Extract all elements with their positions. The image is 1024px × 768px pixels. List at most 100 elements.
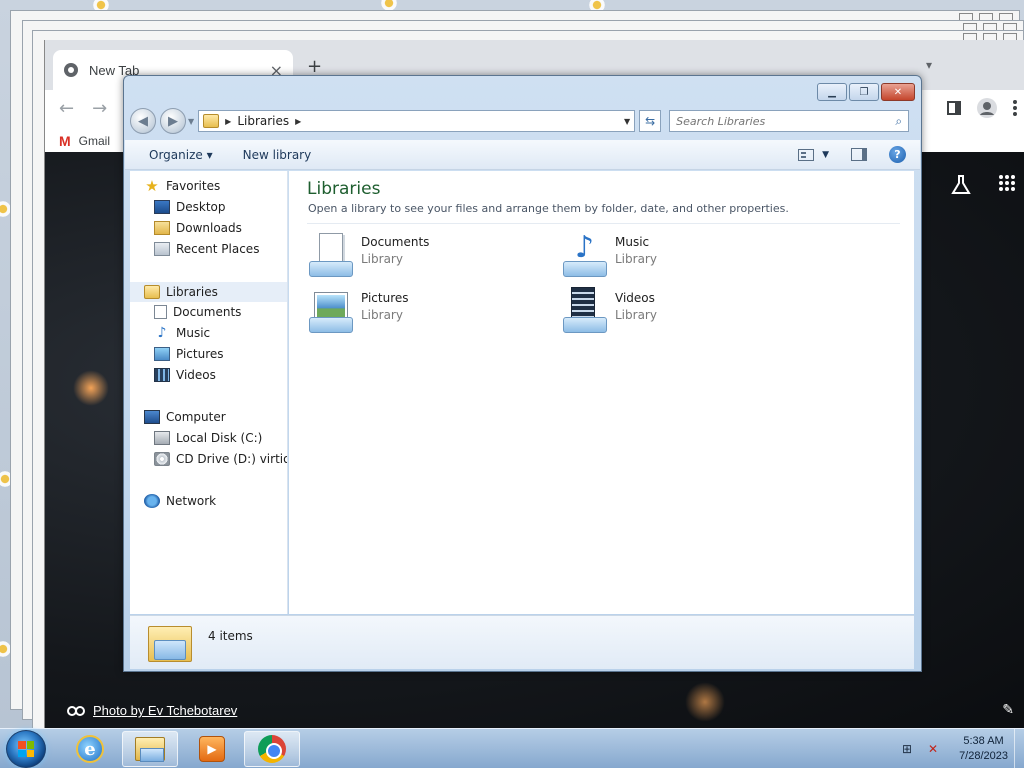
divider [307, 223, 900, 224]
star-icon: ★ [145, 177, 159, 195]
nav-label: Videos [176, 368, 216, 382]
address-bar[interactable]: ▶ Libraries ▶ ▼ [198, 110, 636, 132]
maximize-button[interactable]: ❐ [849, 83, 879, 101]
organize-button[interactable]: Organize ▾ [149, 148, 213, 162]
libraries-folder-icon [148, 622, 192, 664]
forward-arrow-icon: ▶ [168, 113, 178, 129]
disk-icon [154, 431, 170, 445]
more-icon[interactable] [1012, 99, 1018, 117]
nav-label: Recent Places [176, 242, 260, 256]
computer-icon [144, 410, 160, 424]
taskbar-internet-explorer[interactable]: e [62, 731, 118, 767]
address-row: ◀ ▶ ▼ ▶ Libraries ▶ ▼ ⇆ ⌕ [130, 108, 913, 134]
new-library-button[interactable]: New library [243, 148, 312, 162]
nav-computer[interactable]: Computer [144, 410, 226, 424]
search-box[interactable]: ⌕ [669, 110, 910, 132]
search-input[interactable] [676, 114, 877, 128]
refresh-icon: ⇆ [645, 114, 656, 128]
videos-icon [154, 368, 170, 382]
start-button[interactable] [6, 730, 46, 768]
nav-label: Documents [173, 305, 242, 319]
breadcrumb-libraries[interactable]: Libraries [237, 114, 289, 128]
library-type: Library [361, 252, 403, 266]
nav-recent-places[interactable]: Recent Places [154, 242, 259, 256]
nav-documents[interactable]: Documents [154, 305, 241, 319]
windows-logo-icon [18, 741, 34, 757]
refresh-button[interactable]: ⇆ [639, 110, 662, 132]
nav-label: Libraries [166, 285, 218, 299]
forward-button[interactable]: ▶ [160, 108, 186, 134]
nav-pictures[interactable]: Pictures [154, 347, 224, 361]
organize-label: Organize [149, 147, 203, 162]
nav-network[interactable]: Network [144, 494, 216, 508]
explorer-window[interactable]: ▁ ❐ ✕ ◀ ▶ ▼ ▶ Libraries ▶ ▼ ⇆ ⌕ Organize… [123, 75, 922, 672]
forward-button[interactable]: → [92, 98, 107, 119]
new-tab-button[interactable]: + [307, 56, 322, 77]
minimize-button[interactable]: ▁ [817, 83, 847, 101]
labs-icon[interactable] [950, 174, 972, 196]
restore-icon: ❐ [859, 86, 869, 98]
library-videos[interactable]: Videos Library [561, 287, 781, 337]
nav-libraries[interactable]: Libraries [130, 282, 287, 302]
videos-library-icon [561, 287, 609, 335]
apps-grid-icon[interactable] [998, 174, 1016, 192]
clock-time: 5:38 AM [963, 735, 1004, 747]
recent-pages-dropdown-icon[interactable]: ▼ [188, 117, 194, 126]
nav-cd-drive[interactable]: CD Drive (D:) virtio-win [154, 452, 287, 466]
back-arrow-icon: ◀ [138, 113, 148, 129]
network-status-icon[interactable]: ⊞ [899, 742, 915, 756]
show-desktop-button[interactable] [1014, 729, 1024, 768]
close-button[interactable]: ✕ [881, 83, 915, 101]
breadcrumb-arrow-icon[interactable]: ▶ [295, 117, 301, 126]
nav-favorites[interactable]: ★ Favorites [144, 177, 220, 195]
taskbar-windows-explorer[interactable] [122, 731, 178, 767]
side-panel-icon[interactable] [946, 100, 962, 116]
clock[interactable]: 5:38 AM 7/28/2023 [959, 734, 1008, 764]
page-title: Libraries [307, 179, 381, 199]
nav-label: Network [166, 494, 217, 508]
documents-library-icon [307, 231, 355, 279]
library-music[interactable]: ♪ Music Library [561, 231, 781, 281]
profile-icon[interactable] [976, 97, 998, 119]
chevron-down-icon: ▼ [822, 149, 829, 160]
taskbar-media-player[interactable]: ▶ [184, 731, 240, 767]
internet-explorer-icon: e [76, 735, 104, 763]
details-pane: 4 items [130, 615, 914, 669]
photo-credit-link[interactable]: Photo by Ev Tchebotarev [93, 703, 237, 718]
bookmark-gmail[interactable]: Gmail [79, 134, 110, 148]
libraries-icon [203, 114, 220, 128]
library-type: Library [615, 252, 657, 266]
music-library-icon: ♪ [561, 231, 609, 279]
recent-places-icon [154, 242, 170, 256]
system-tray: ⊞ ✕ 5:38 AM 7/28/2023 [899, 729, 1024, 768]
library-name: Documents [361, 235, 430, 249]
search-icon[interactable]: ⌕ [895, 114, 902, 129]
breadcrumb-arrow-icon[interactable]: ▶ [225, 117, 231, 126]
change-view-button[interactable]: ▼ [798, 148, 829, 161]
address-dropdown-icon[interactable]: ▼ [624, 117, 630, 126]
nav-label: Computer [166, 410, 226, 424]
preview-pane-icon[interactable] [851, 148, 867, 161]
page-subtitle: Open a library to see your files and arr… [308, 202, 789, 215]
photo-credit[interactable]: Photo by Ev Tchebotarev [67, 703, 237, 718]
media-player-icon: ▶ [199, 736, 225, 762]
chevron-down-icon: ▾ [206, 147, 213, 162]
nav-music[interactable]: ♪ Music [154, 326, 211, 340]
nav-downloads[interactable]: Downloads [154, 221, 242, 235]
window-controls: ▁ ❐ ✕ [817, 83, 915, 101]
nav-videos[interactable]: Videos [154, 368, 216, 382]
nav-label: CD Drive (D:) virtio-win [176, 452, 287, 466]
library-pictures[interactable]: Pictures Library [307, 287, 527, 337]
volume-muted-icon[interactable]: ✕ [925, 742, 941, 756]
folder-icon [135, 737, 165, 762]
taskbar-chrome[interactable] [244, 731, 300, 767]
back-button[interactable]: ◀ [130, 108, 156, 134]
library-documents[interactable]: Documents Library [307, 231, 527, 281]
view-icon [798, 148, 815, 161]
help-icon[interactable]: ? [889, 146, 906, 163]
back-button[interactable]: ← [59, 98, 74, 119]
tab-search-icon[interactable]: ▾ [926, 58, 932, 72]
nav-local-disk[interactable]: Local Disk (C:) [154, 431, 262, 445]
nav-desktop[interactable]: Desktop [154, 200, 226, 214]
pencil-icon[interactable]: ✎ [1002, 702, 1014, 718]
